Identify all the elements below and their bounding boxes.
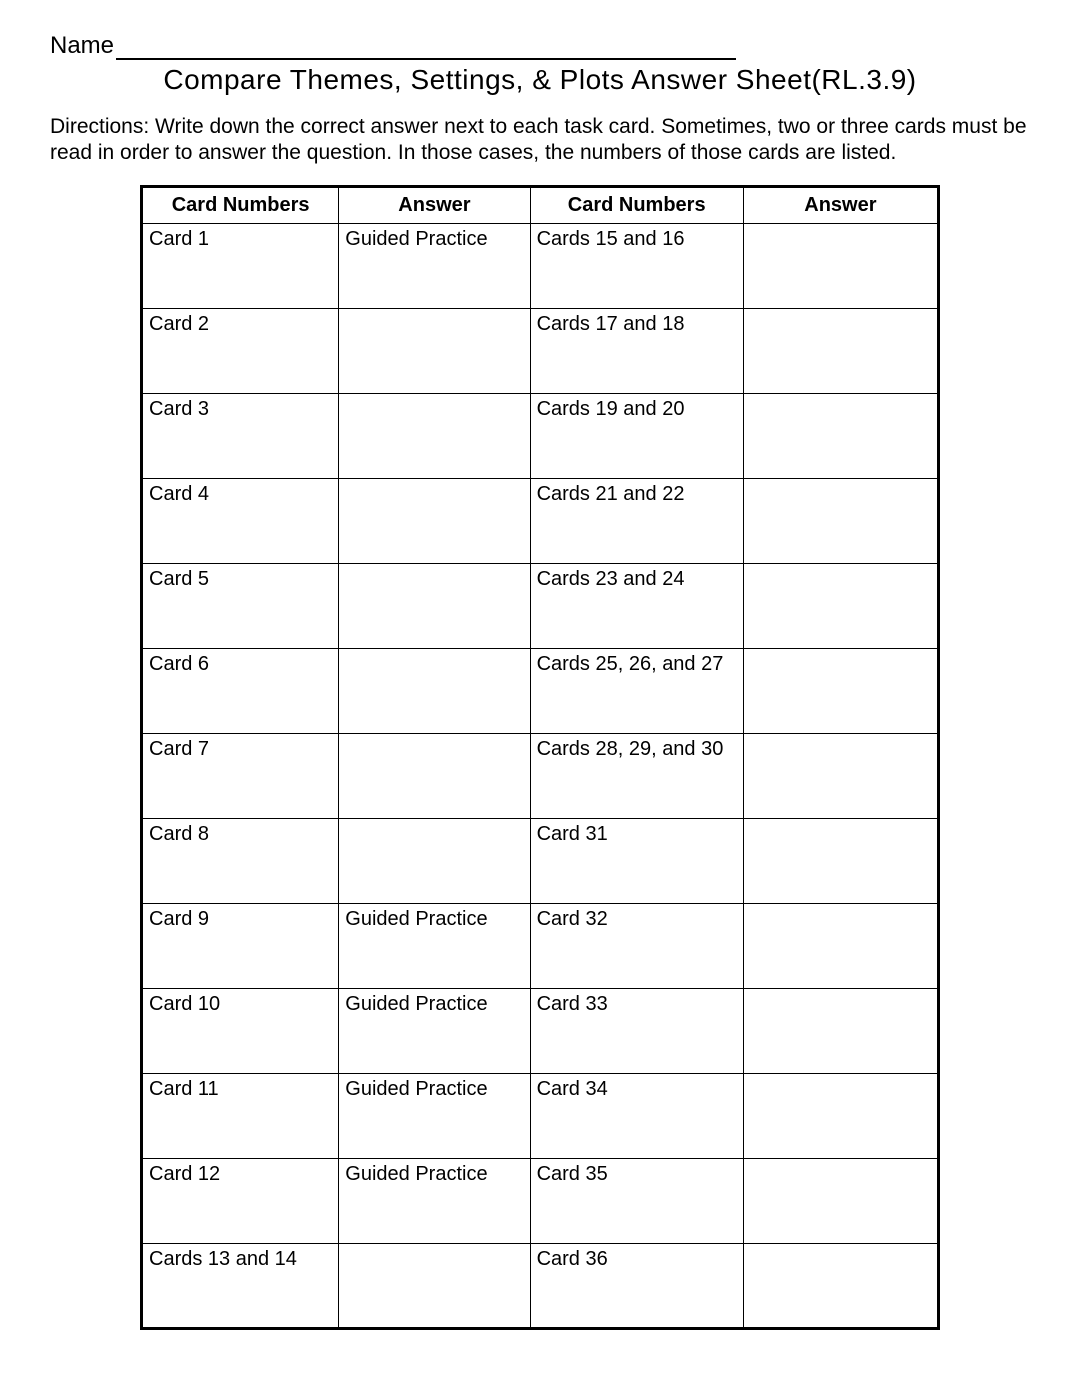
card-number-cell-right: Cards 25, 26, and 27: [530, 648, 743, 733]
header-answer-right: Answer: [743, 186, 938, 223]
card-number-cell-right: Card 35: [530, 1158, 743, 1243]
card-number-cell-left: Card 4: [142, 478, 339, 563]
table-row: Cards 13 and 14 Card 36: [142, 1243, 939, 1328]
answer-cell-right[interactable]: [743, 818, 938, 903]
card-number-cell-left: Card 2: [142, 308, 339, 393]
answer-cell-right[interactable]: [743, 903, 938, 988]
table-header-row: Card Numbers Answer Card Numbers Answer: [142, 186, 939, 223]
table-row: Card 10Guided PracticeCard 33: [142, 988, 939, 1073]
card-number-cell-left: Card 12: [142, 1158, 339, 1243]
card-number-cell-right: Card 36: [530, 1243, 743, 1328]
answer-sheet-table: Card Numbers Answer Card Numbers Answer …: [140, 185, 940, 1330]
table-row: Card 9Guided PracticeCard 32: [142, 903, 939, 988]
table-row: Card 8 Card 31: [142, 818, 939, 903]
name-input-line[interactable]: [116, 34, 736, 60]
card-number-cell-right: Cards 17 and 18: [530, 308, 743, 393]
answer-cell-left[interactable]: Guided Practice: [339, 903, 530, 988]
table-row: Card 6 Cards 25, 26, and 27: [142, 648, 939, 733]
card-number-cell-right: Card 31: [530, 818, 743, 903]
answer-cell-left[interactable]: [339, 563, 530, 648]
card-number-cell-left: Card 3: [142, 393, 339, 478]
card-number-cell-left: Card 1: [142, 223, 339, 308]
table-row: Card 5 Cards 23 and 24: [142, 563, 939, 648]
answer-cell-right[interactable]: [743, 563, 938, 648]
table-row: Card 4 Cards 21 and 22: [142, 478, 939, 563]
card-number-cell-left: Card 9: [142, 903, 339, 988]
header-answer-left: Answer: [339, 186, 530, 223]
name-label: Name: [50, 32, 114, 60]
card-number-cell-right: Cards 15 and 16: [530, 223, 743, 308]
answer-cell-right[interactable]: [743, 1243, 938, 1328]
answer-cell-left[interactable]: [339, 393, 530, 478]
answer-cell-left[interactable]: [339, 308, 530, 393]
name-field-row: Name: [50, 32, 1030, 60]
table-row: Card 3 Cards 19 and 20: [142, 393, 939, 478]
answer-cell-right[interactable]: [743, 988, 938, 1073]
table-row: Card 7 Cards 28, 29, and 30: [142, 733, 939, 818]
answer-cell-left[interactable]: [339, 478, 530, 563]
header-card-numbers-right: Card Numbers: [530, 186, 743, 223]
table-row: Card 11Guided PracticeCard 34: [142, 1073, 939, 1158]
answer-cell-right[interactable]: [743, 648, 938, 733]
answer-cell-left[interactable]: [339, 733, 530, 818]
page-title: Compare Themes, Settings, & Plots Answer…: [50, 64, 1030, 96]
answer-cell-right[interactable]: [743, 478, 938, 563]
card-number-cell-left: Card 5: [142, 563, 339, 648]
card-number-cell-left: Card 7: [142, 733, 339, 818]
card-number-cell-right: Cards 19 and 20: [530, 393, 743, 478]
card-number-cell-left: Card 11: [142, 1073, 339, 1158]
table-row: Card 12Guided PracticeCard 35: [142, 1158, 939, 1243]
table-row: Card 1Guided PracticeCards 15 and 16: [142, 223, 939, 308]
card-number-cell-left: Card 10: [142, 988, 339, 1073]
answer-cell-left[interactable]: [339, 1243, 530, 1328]
card-number-cell-right: Cards 23 and 24: [530, 563, 743, 648]
answer-cell-right[interactable]: [743, 308, 938, 393]
answer-cell-left[interactable]: [339, 648, 530, 733]
answer-cell-right[interactable]: [743, 393, 938, 478]
answer-cell-left[interactable]: Guided Practice: [339, 1073, 530, 1158]
table-row: Card 2 Cards 17 and 18: [142, 308, 939, 393]
card-number-cell-right: Card 32: [530, 903, 743, 988]
answer-cell-right[interactable]: [743, 1073, 938, 1158]
answer-cell-left[interactable]: Guided Practice: [339, 223, 530, 308]
card-number-cell-right: Card 33: [530, 988, 743, 1073]
answer-cell-right[interactable]: [743, 223, 938, 308]
card-number-cell-right: Cards 21 and 22: [530, 478, 743, 563]
answer-cell-left[interactable]: [339, 818, 530, 903]
answer-cell-right[interactable]: [743, 1158, 938, 1243]
answer-cell-left[interactable]: Guided Practice: [339, 988, 530, 1073]
card-number-cell-left: Card 8: [142, 818, 339, 903]
answer-cell-right[interactable]: [743, 733, 938, 818]
answer-cell-left[interactable]: Guided Practice: [339, 1158, 530, 1243]
card-number-cell-right: Cards 28, 29, and 30: [530, 733, 743, 818]
directions-text: Directions: Write down the correct answe…: [50, 114, 1030, 167]
header-card-numbers-left: Card Numbers: [142, 186, 339, 223]
card-number-cell-left: Cards 13 and 14: [142, 1243, 339, 1328]
card-number-cell-left: Card 6: [142, 648, 339, 733]
card-number-cell-right: Card 34: [530, 1073, 743, 1158]
